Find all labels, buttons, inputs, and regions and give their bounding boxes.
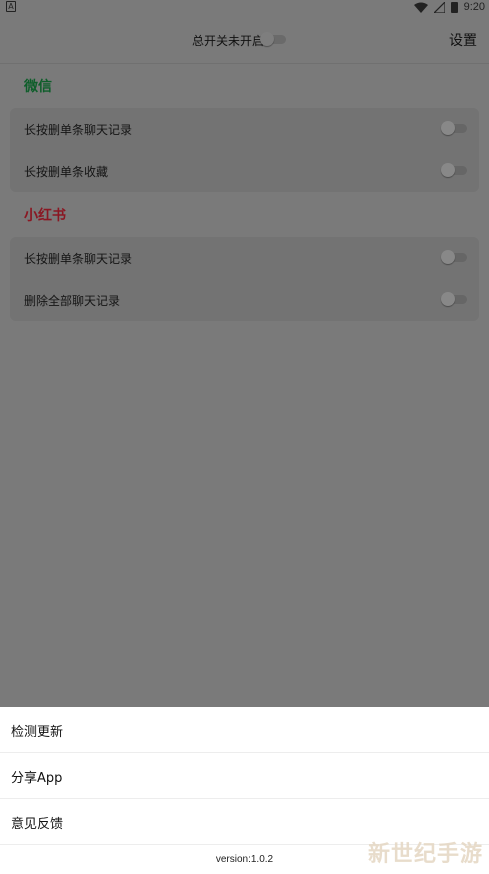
setting-row[interactable]: 长按删单条聊天记录 [10,237,479,279]
setting-toggle[interactable] [441,163,469,177]
setting-toggle[interactable] [441,121,469,135]
menu-item-label: 检测更新 [11,725,64,740]
setting-row[interactable]: 删除全部聊天记录 [10,279,479,321]
setting-label: 长按删单条聊天记录 [24,123,133,137]
app-bar: 总开关未开启 设置 [0,14,489,64]
setting-label: 删除全部聊天记录 [24,294,121,308]
watermark: 新世纪手游 [367,842,483,867]
wifi-icon [413,2,428,13]
settings-button[interactable]: 设置 [449,30,477,50]
menu-item-label: 分享App [11,771,63,786]
notification-a-icon: A [6,1,16,12]
setting-label: 长按删单条聊天记录 [24,252,133,266]
status-bar: A 9:20 [0,0,489,14]
xiaohongshu-settings-card: 长按删单条聊天记录 删除全部聊天记录 [10,237,479,321]
share-app-menu-item[interactable]: 分享App [0,753,489,799]
setting-row[interactable]: 长按删单条聊天记录 [10,108,479,150]
check-update-menu-item[interactable]: 检测更新 [0,707,489,753]
setting-toggle[interactable] [441,250,469,264]
master-switch-toggle[interactable] [260,32,288,46]
setting-label: 长按删单条收藏 [24,165,109,179]
menu-item-label: 意见反馈 [11,817,64,832]
section-title-wechat: 微信 [24,79,52,95]
setting-toggle[interactable] [441,292,469,306]
section-title-xiaohongshu: 小红书 [24,208,66,224]
setting-row[interactable]: 长按删单条收藏 [10,150,479,192]
signal-icon [433,1,445,13]
master-switch-label: 总开关未开启 [192,34,265,48]
battery-icon [450,1,458,13]
clock-time: 9:20 [463,1,485,13]
wechat-settings-card: 长按删单条聊天记录 长按删单条收藏 [10,108,479,192]
status-icons: 9:20 [413,0,485,14]
